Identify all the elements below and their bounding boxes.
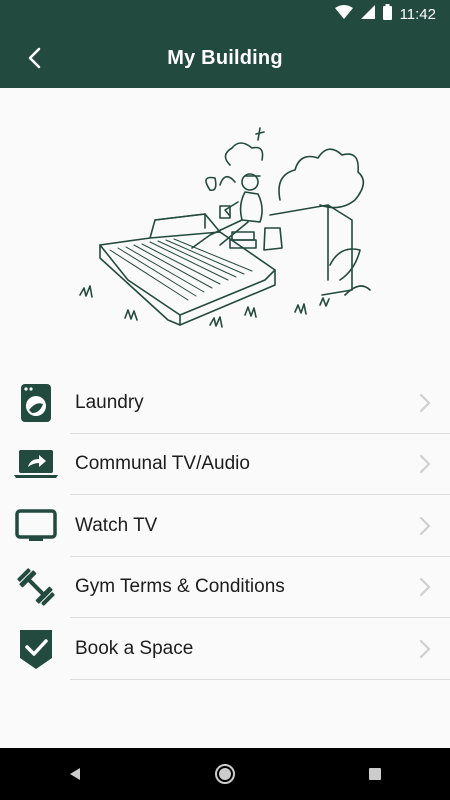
menu-item-label: Book a Space	[75, 637, 194, 659]
nav-recents-button[interactable]	[350, 754, 400, 794]
wifi-icon	[334, 5, 353, 23]
washing-machine-icon	[13, 382, 59, 424]
divider	[70, 678, 450, 680]
laptop-share-icon	[13, 443, 59, 485]
checkmark-shield-icon	[13, 628, 59, 670]
nav-home-button[interactable]	[200, 754, 250, 794]
dumbbell-icon	[13, 566, 59, 608]
clock-text: 11:42	[399, 5, 436, 23]
chevron-right-icon	[419, 455, 431, 474]
page-title: My Building	[167, 46, 283, 69]
chevron-right-icon	[419, 393, 431, 412]
menu-item-gym-terms[interactable]: Gym Terms & Conditions	[0, 557, 450, 618]
menu-item-communal-tv-audio[interactable]: Communal TV/Audio	[0, 434, 450, 495]
battery-icon	[382, 4, 392, 24]
system-nav-bar	[0, 748, 450, 800]
menu-item-label: Watch TV	[75, 514, 158, 536]
square-recents-icon	[369, 768, 381, 780]
app-bar: My Building	[0, 28, 450, 88]
nav-back-button[interactable]	[50, 754, 100, 794]
menu-item-label: Communal TV/Audio	[75, 453, 250, 475]
home-circle-icon	[215, 764, 235, 784]
menu-item-laundry[interactable]: Laundry	[0, 372, 450, 434]
back-arrow-icon	[28, 47, 41, 69]
triangle-back-icon	[70, 768, 80, 780]
menu-item-label: Gym Terms & Conditions	[75, 576, 285, 598]
status-bar: 11:42	[0, 0, 450, 28]
chevron-right-icon	[419, 639, 431, 658]
building-illustration	[70, 120, 380, 340]
menu-item-label: Laundry	[75, 391, 144, 413]
tv-icon	[13, 505, 59, 547]
cell-signal-icon	[360, 5, 375, 23]
menu-item-watch-tv[interactable]: Watch TV	[0, 495, 450, 557]
back-button[interactable]	[18, 42, 50, 74]
menu-item-book-a-space[interactable]: Book a Space	[0, 618, 450, 680]
chevron-right-icon	[419, 516, 431, 535]
chevron-right-icon	[419, 578, 431, 597]
building-menu: Laundry Communal TV/Audio Watch TV Gym T…	[0, 372, 450, 680]
